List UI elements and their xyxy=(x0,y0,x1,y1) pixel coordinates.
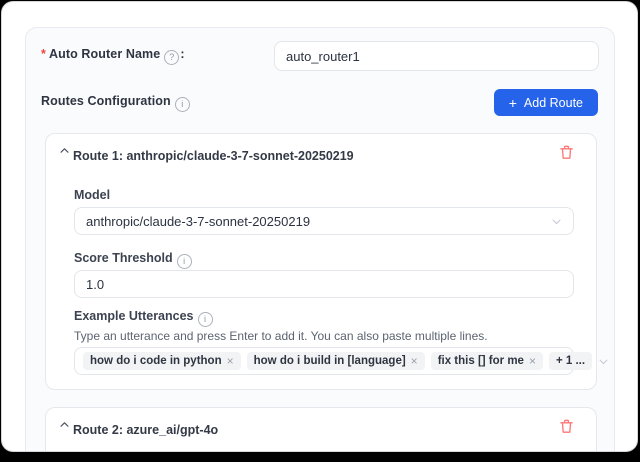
auto-router-name-label: *Auto Router Name?: xyxy=(41,47,274,65)
route-1-panel: Route 1: anthropic/claude-3-7-sonnet-202… xyxy=(45,133,597,390)
collapse-route-2-button[interactable] xyxy=(57,417,71,431)
info-icon[interactable]: i xyxy=(177,254,192,269)
route-1-title: Route 1: anthropic/claude-3-7-sonnet-202… xyxy=(73,149,354,163)
model-select-value: anthropic/claude-3-7-sonnet-20250219 xyxy=(86,214,310,229)
trash-icon xyxy=(559,418,575,435)
add-route-button[interactable]: + Add Route xyxy=(494,89,598,116)
utterance-tag: how do i build in [language] × xyxy=(247,352,425,370)
example-utterances-label: Example Utterances i xyxy=(74,309,214,327)
utterance-tag-text: how do i code in python xyxy=(90,355,222,367)
utterance-tag: how do i code in python × xyxy=(83,352,241,370)
tag-close-icon[interactable]: × xyxy=(227,355,234,367)
trash-icon xyxy=(559,144,575,161)
routes-configuration-label-text: Routes Configuration xyxy=(41,94,171,108)
route-2-title: Route 2: azure_ai/gpt-4o xyxy=(73,423,218,437)
auto-router-name-row: *Auto Router Name?: xyxy=(41,41,599,71)
add-route-button-label: Add Route xyxy=(524,96,583,110)
delete-route-1-button[interactable] xyxy=(559,143,575,161)
example-utterances-label-text: Example Utterances xyxy=(74,309,194,323)
utterance-tag-text: fix this [] for me xyxy=(438,355,524,367)
tag-close-icon[interactable]: × xyxy=(411,355,418,367)
info-icon[interactable]: i xyxy=(198,312,213,327)
required-mark: * xyxy=(41,47,46,61)
model-select[interactable]: anthropic/claude-3-7-sonnet-20250219 xyxy=(74,207,574,235)
score-threshold-label: Score Threshold i xyxy=(74,251,193,269)
model-label: Model xyxy=(74,188,110,202)
example-utterances-tag-select[interactable]: how do i code in python × how do i build… xyxy=(74,347,574,375)
info-icon[interactable]: i xyxy=(175,97,190,112)
routes-configuration-row: Routes Configuration i + Add Route xyxy=(41,89,598,116)
help-icon[interactable]: ? xyxy=(164,50,179,65)
chevron-down-icon xyxy=(598,356,609,367)
chevron-up-icon xyxy=(59,145,70,156)
score-threshold-input[interactable] xyxy=(75,271,573,297)
route-2-panel: Route 2: azure_ai/gpt-4o xyxy=(45,407,597,451)
chevron-up-icon xyxy=(59,419,70,430)
score-threshold-field xyxy=(74,270,574,298)
utterance-tag-text: how do i build in [language] xyxy=(254,355,406,367)
collapse-route-1-button[interactable] xyxy=(57,143,71,157)
auto-router-name-input[interactable] xyxy=(274,41,599,71)
label-colon: : xyxy=(180,47,184,61)
tag-close-icon[interactable]: × xyxy=(529,355,536,367)
delete-route-2-button[interactable] xyxy=(559,417,575,435)
chevron-down-icon xyxy=(551,216,562,227)
utterance-overflow-tag: + 1 ... xyxy=(549,352,592,370)
auto-router-name-label-text: Auto Router Name xyxy=(49,47,160,61)
utterance-tag: fix this [] for me × xyxy=(431,352,543,370)
app-window: *Auto Router Name?: Routes Configuration… xyxy=(2,2,637,451)
routes-configuration-label: Routes Configuration i xyxy=(41,94,191,112)
score-threshold-label-text: Score Threshold xyxy=(74,251,173,265)
plus-icon: + xyxy=(509,96,517,110)
example-utterances-help-text: Type an utterance and press Enter to add… xyxy=(74,329,488,343)
auto-router-form-card: *Auto Router Name?: Routes Configuration… xyxy=(25,27,615,451)
